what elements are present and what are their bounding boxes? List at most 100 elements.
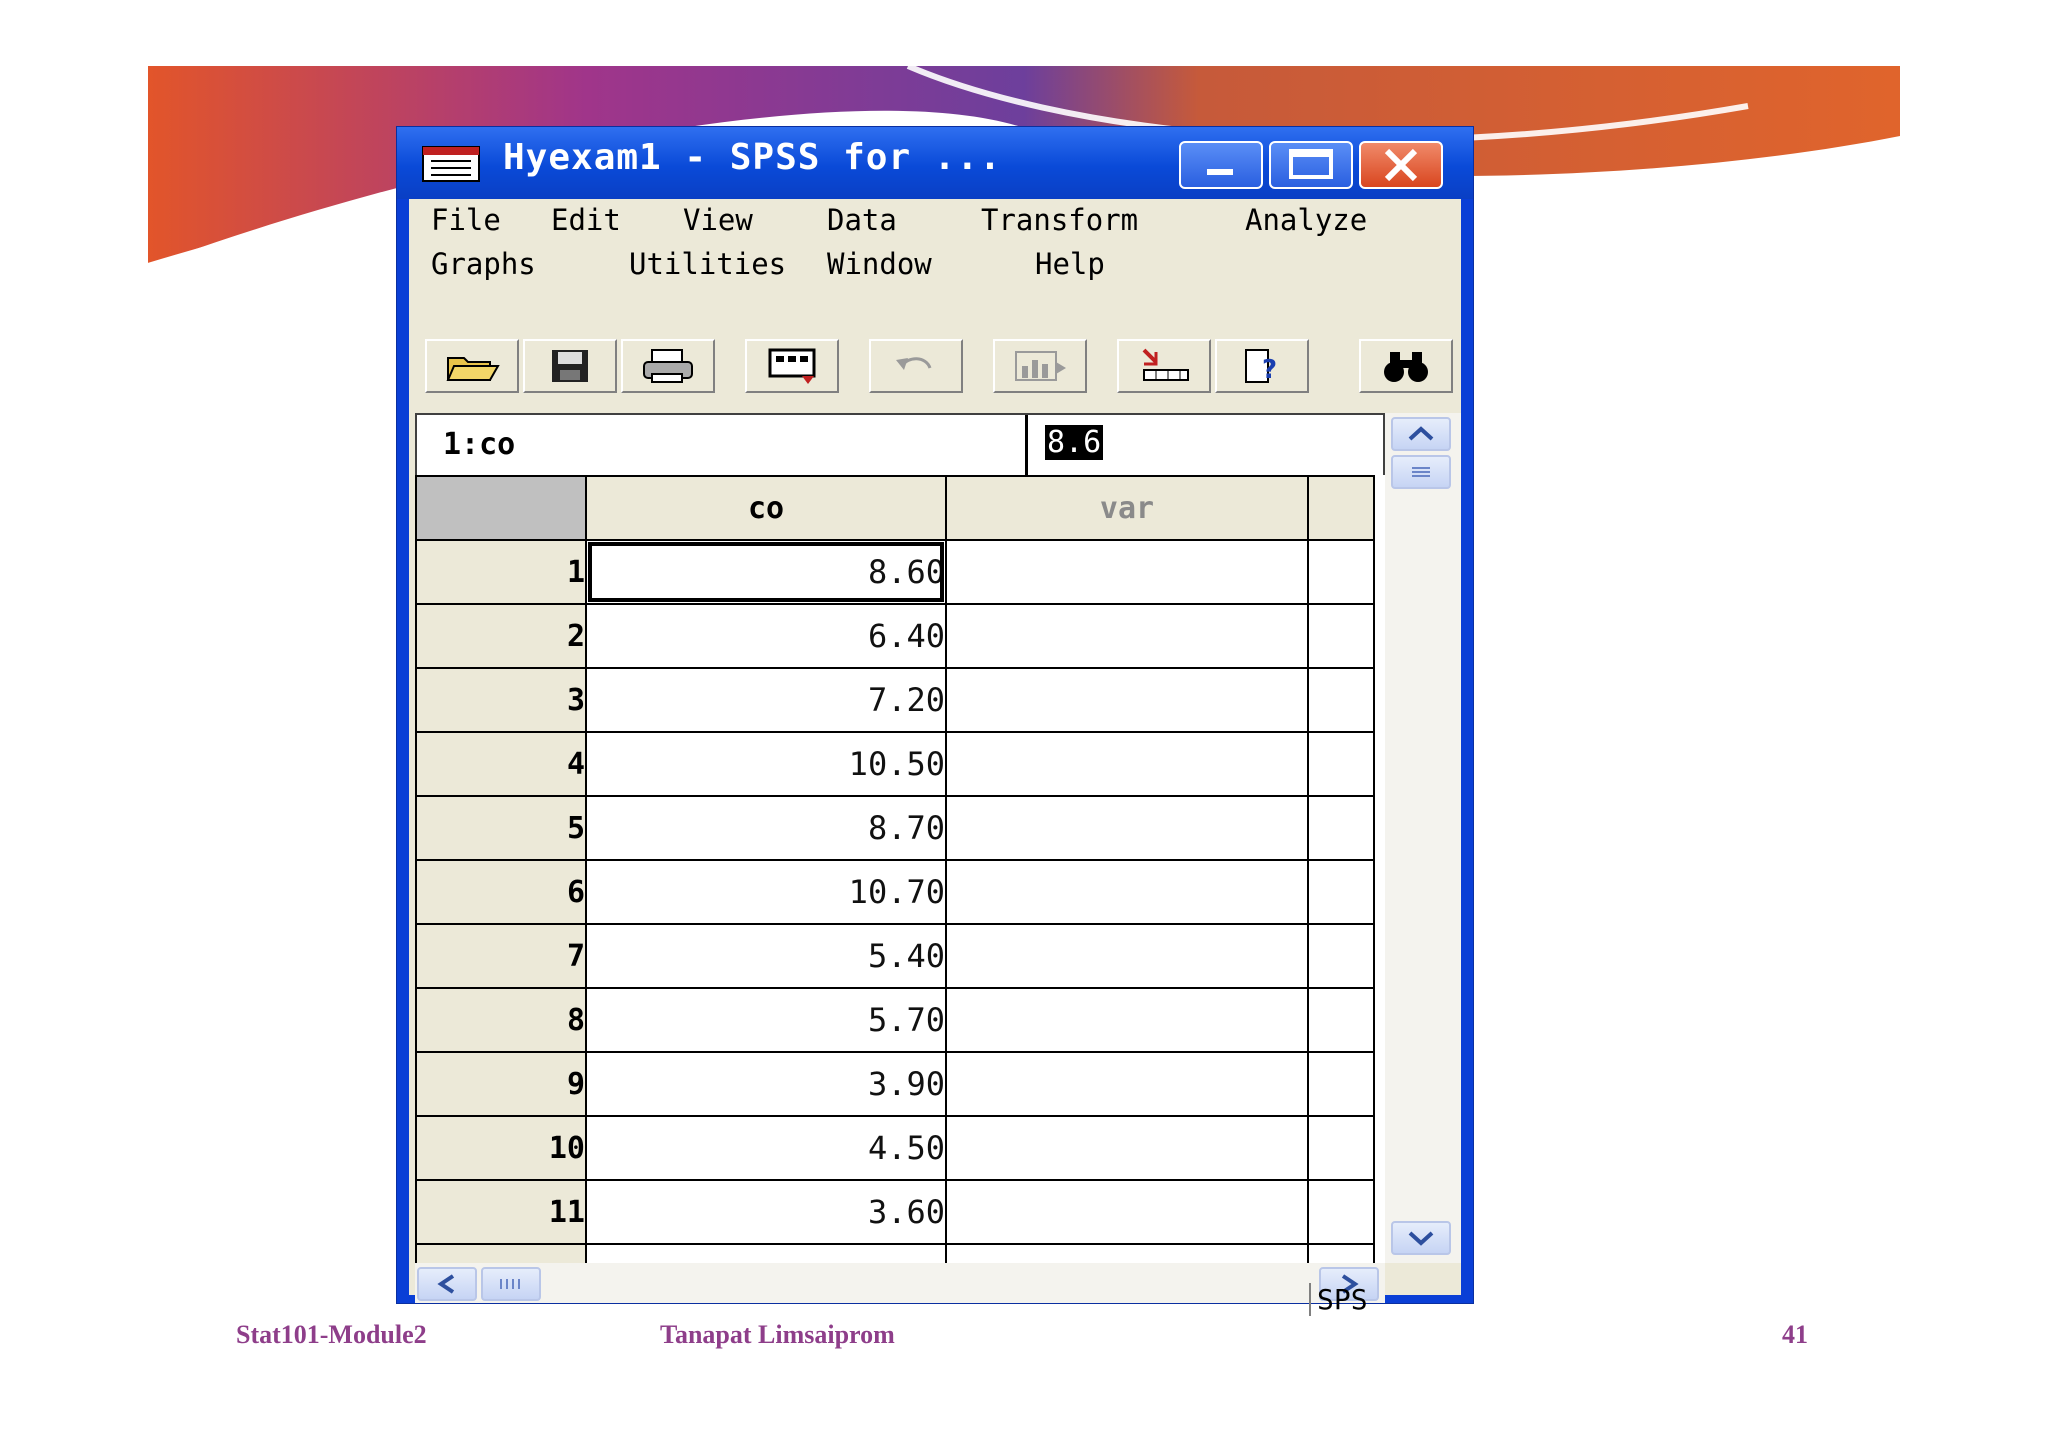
cell-co[interactable]: 4.50 (585, 1115, 947, 1181)
cell-empty[interactable] (1307, 1051, 1375, 1117)
menu-view[interactable]: View (683, 203, 753, 237)
minimize-button[interactable] (1179, 141, 1263, 189)
scroll-up-button[interactable] (1391, 417, 1451, 451)
row-header[interactable]: 11 (415, 1179, 587, 1245)
cell-var[interactable] (945, 539, 1309, 605)
menu-analyze[interactable]: Analyze (1245, 203, 1367, 237)
dialog-recall-icon (768, 348, 816, 384)
column-header-empty[interactable] (1307, 475, 1375, 541)
menu-graphs[interactable]: Graphs (431, 247, 536, 281)
maximize-button[interactable] (1269, 141, 1353, 189)
cell-empty[interactable] (1307, 923, 1375, 989)
cell-var[interactable] (945, 603, 1309, 669)
cell-empty[interactable] (1307, 795, 1375, 861)
cell-co[interactable]: 6.40 (585, 603, 947, 669)
grid-body: 1 8.60 2 6.40 3 7.20 4 10.50 5 8.70 6 10.70 7 5.40 8 5.… (415, 539, 1375, 1263)
scroll-down-button[interactable] (1391, 1221, 1451, 1255)
scroll-thumb[interactable] (1391, 455, 1451, 489)
cell-co[interactable]: 3.90 (585, 1051, 947, 1117)
undo-button[interactable] (869, 339, 963, 393)
find-button[interactable] (1359, 339, 1453, 393)
toolbar: ? (425, 339, 1455, 399)
close-button[interactable] (1359, 141, 1443, 189)
table-row: 1 8.60 (415, 539, 1375, 605)
row-header[interactable]: 8 (415, 987, 587, 1053)
goto-chart-icon (1015, 351, 1066, 381)
cell-empty[interactable] (1307, 667, 1375, 733)
cell-var[interactable] (945, 1115, 1309, 1181)
cell-empty[interactable] (1307, 603, 1375, 669)
cell-empty[interactable] (1307, 987, 1375, 1053)
row-header[interactable]: 12 (415, 1243, 587, 1263)
menu-file[interactable]: File (431, 203, 501, 237)
cell-co[interactable]: 3.60 (585, 1179, 947, 1245)
variables-icon: ? (1245, 349, 1277, 385)
open-button[interactable] (425, 339, 519, 393)
menu-utilities[interactable]: Utilities (629, 247, 786, 281)
row-header[interactable]: 10 (415, 1115, 587, 1181)
cell-co[interactable]: 7.20 (585, 667, 947, 733)
cell-co[interactable]: 5.40 (585, 923, 947, 989)
cell-var[interactable] (945, 923, 1309, 989)
chevron-left-icon (437, 1274, 455, 1294)
cell-co[interactable]: 5.70 (585, 987, 947, 1053)
goto-chart-button[interactable] (993, 339, 1087, 393)
cell-co[interactable]: 10.70 (585, 859, 947, 925)
status-bar-text: SPS (1309, 1283, 1368, 1316)
cell-var[interactable] (945, 1051, 1309, 1117)
menu-help[interactable]: Help (1035, 247, 1105, 281)
cell-value-input[interactable]: 8.6 (1045, 425, 1104, 460)
goto-case-icon (1142, 348, 1189, 381)
cell-var[interactable] (945, 859, 1309, 925)
table-row: 6 10.70 (415, 859, 1375, 925)
cell-empty[interactable] (1307, 1115, 1375, 1181)
row-header[interactable]: 2 (415, 603, 587, 669)
horizontal-scrollbar[interactable] (415, 1263, 1385, 1303)
grid-corner[interactable] (415, 475, 587, 541)
window-client: File Edit View Data Transform Analyze Gr… (409, 199, 1461, 1316)
goto-case-button[interactable] (1117, 339, 1211, 393)
cell-var[interactable] (945, 731, 1309, 797)
menu-data[interactable]: Data (827, 203, 897, 237)
cell-empty[interactable] (1307, 731, 1375, 797)
table-row: 7 5.40 (415, 923, 1375, 989)
vertical-scrollbar[interactable] (1385, 413, 1461, 1263)
cell-co[interactable]: 7.60 (585, 1243, 947, 1263)
cell-co[interactable]: 8.60 (585, 539, 947, 605)
save-button[interactable] (523, 339, 617, 393)
dialog-recall-button[interactable] (745, 339, 839, 393)
menu-transform[interactable]: Transform (981, 203, 1138, 237)
row-header[interactable]: 1 (415, 539, 587, 605)
menu-window[interactable]: Window (827, 247, 932, 281)
cell-var[interactable] (945, 1243, 1309, 1263)
cell-empty[interactable] (1307, 859, 1375, 925)
cell-co[interactable]: 10.50 (585, 731, 947, 797)
cell-var[interactable] (945, 1179, 1309, 1245)
cell-empty[interactable] (1307, 1243, 1375, 1263)
row-header[interactable]: 3 (415, 667, 587, 733)
row-header[interactable]: 7 (415, 923, 587, 989)
cell-empty[interactable] (1307, 539, 1375, 605)
title-bar[interactable]: Hyexam1 - SPSS for ... (397, 127, 1473, 199)
table-row: 10 4.50 (415, 1115, 1375, 1181)
row-header[interactable]: 4 (415, 731, 587, 797)
minimize-icon (1207, 169, 1233, 175)
row-header[interactable]: 5 (415, 795, 587, 861)
cell-co[interactable]: 8.70 (585, 795, 947, 861)
row-header[interactable]: 9 (415, 1051, 587, 1117)
menu-edit[interactable]: Edit (551, 203, 621, 237)
scroll-left-button[interactable] (417, 1267, 477, 1301)
horizontal-scroll-thumb[interactable] (481, 1267, 541, 1301)
variables-button[interactable]: ? (1215, 339, 1309, 393)
column-header-var[interactable]: var (945, 475, 1309, 541)
table-row: 3 7.20 (415, 667, 1375, 733)
cell-var[interactable] (945, 667, 1309, 733)
row-header[interactable]: 6 (415, 859, 587, 925)
grip-icon (500, 1279, 520, 1289)
print-button[interactable] (621, 339, 715, 393)
cell-empty[interactable] (1307, 1179, 1375, 1245)
print-icon (643, 349, 693, 383)
cell-var[interactable] (945, 987, 1309, 1053)
column-header-co[interactable]: co (585, 475, 947, 541)
cell-var[interactable] (945, 795, 1309, 861)
